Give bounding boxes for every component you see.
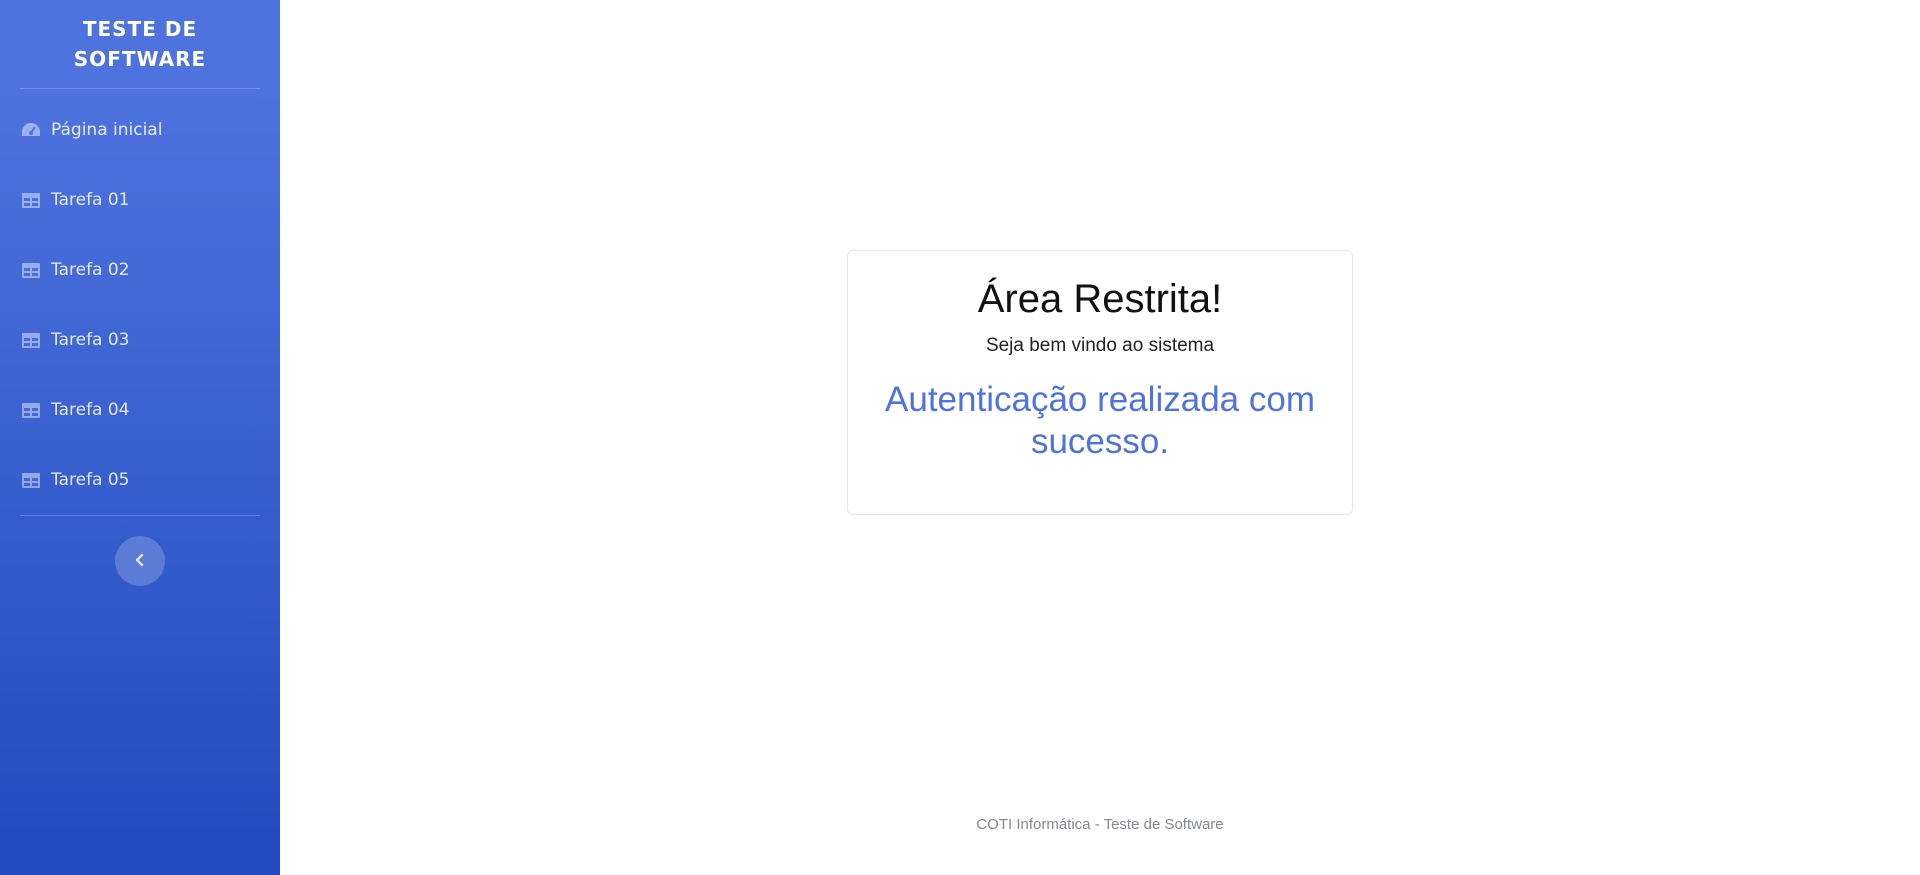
table-icon — [20, 401, 42, 419]
footer-copyright: COTI Informática - Teste de Software — [976, 816, 1224, 833]
welcome-card: Área Restrita! Seja bem vindo ao sistema… — [847, 250, 1353, 515]
sidebar-item-label: Tarefa 02 — [51, 260, 130, 280]
sidebar-nav: Página inicial Tarefa 01 Tarefa 02 Taref… — [0, 89, 280, 515]
page-title: Área Restrita! — [977, 277, 1223, 321]
sidebar-item-label: Tarefa 01 — [51, 190, 130, 210]
sidebar-item-pagina-inicial[interactable]: Página inicial — [0, 95, 280, 165]
sidebar-item-label: Tarefa 03 — [51, 330, 130, 350]
sidebar-item-tarefa-02[interactable]: Tarefa 02 — [0, 235, 280, 305]
table-icon — [20, 191, 42, 209]
sidebar: TESTE DE SOFTWARE Página inicial Tarefa … — [0, 0, 280, 875]
table-icon — [20, 331, 42, 349]
sidebar-item-tarefa-01[interactable]: Tarefa 01 — [0, 165, 280, 235]
main-content: Área Restrita! Seja bem vindo ao sistema… — [280, 0, 1920, 875]
welcome-subtitle: Seja bem vindo ao sistema — [985, 335, 1215, 356]
sidebar-item-label: Tarefa 05 — [51, 470, 130, 490]
sidebar-toggle-wrap — [0, 516, 280, 586]
table-icon — [20, 261, 42, 279]
sidebar-brand[interactable]: TESTE DE SOFTWARE — [0, 0, 280, 88]
sidebar-item-tarefa-04[interactable]: Tarefa 04 — [0, 375, 280, 445]
sidebar-toggle-button[interactable] — [115, 536, 165, 586]
auth-success-message: Autenticação realizada com sucesso. — [885, 380, 1315, 461]
tachometer-icon — [20, 121, 42, 139]
sidebar-item-label: Tarefa 04 — [51, 400, 130, 420]
sidebar-item-tarefa-03[interactable]: Tarefa 03 — [0, 305, 280, 375]
table-icon — [20, 471, 42, 489]
sidebar-item-tarefa-05[interactable]: Tarefa 05 — [0, 445, 280, 515]
chevron-left-icon — [134, 552, 146, 571]
sidebar-item-label: Página inicial — [51, 120, 163, 140]
